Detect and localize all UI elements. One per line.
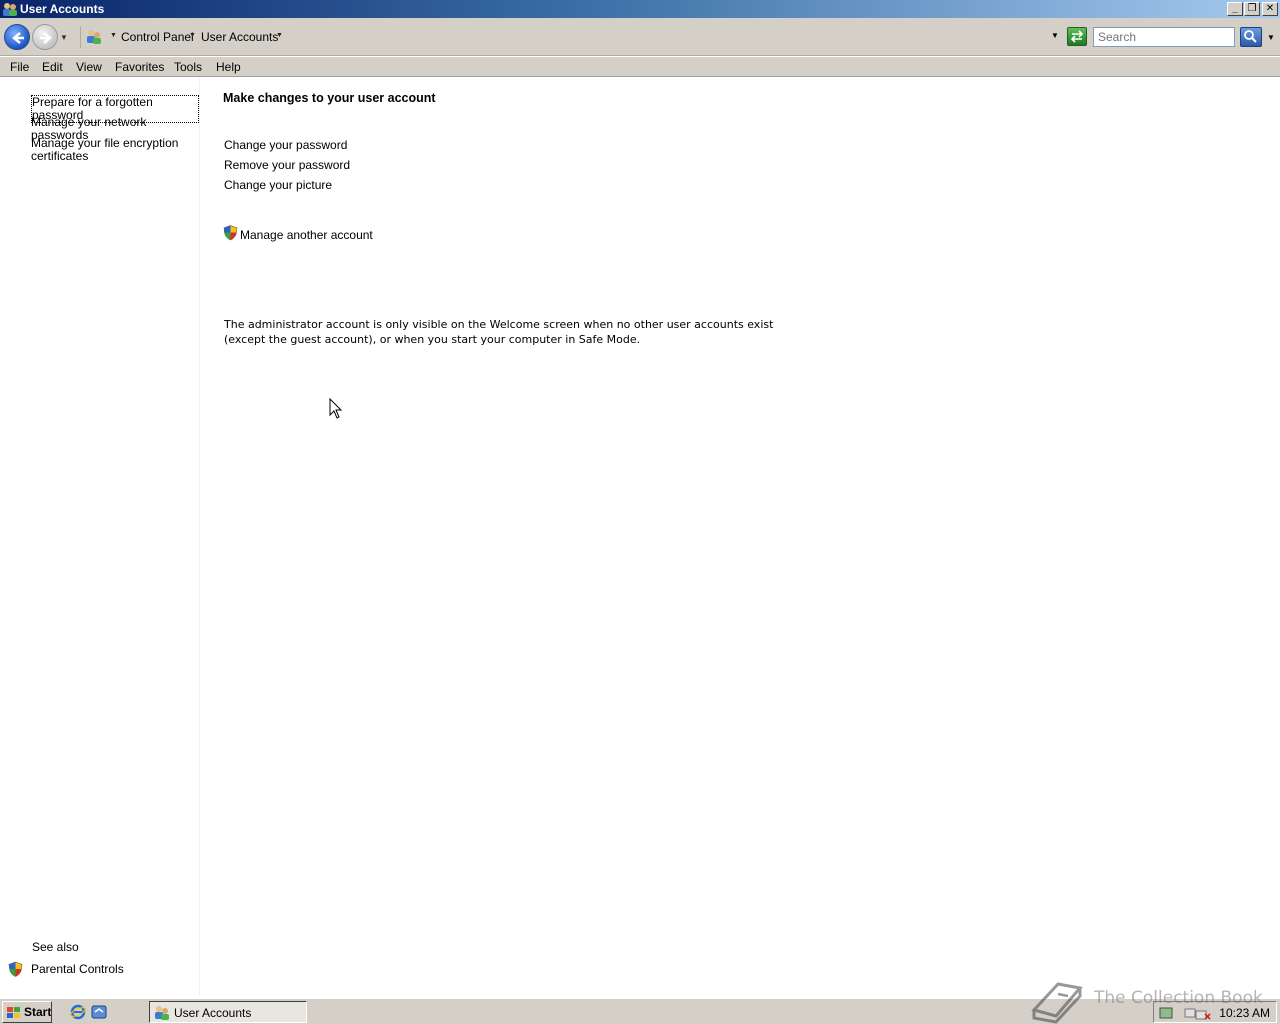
search-options-dropdown-icon[interactable]: ▼ (1267, 33, 1275, 42)
forward-button[interactable] (32, 24, 58, 50)
forward-arrow-icon (40, 32, 52, 44)
book-icon (1031, 982, 1083, 1024)
mouse-cursor-icon (329, 398, 343, 419)
manage-another-account-label: Manage another account (240, 228, 373, 242)
restore-button[interactable]: ❐ (1244, 2, 1260, 16)
watermark-text: The Collection Book (1094, 988, 1263, 1008)
menu-tools[interactable]: Tools (174, 60, 202, 74)
see-also-heading: See also (32, 940, 79, 954)
remove-password-link[interactable]: Remove your password (224, 158, 350, 172)
taskbar-window-label: User Accounts (174, 1006, 252, 1020)
back-arrow-icon (12, 32, 24, 44)
search-button[interactable] (1240, 27, 1262, 47)
minimize-button[interactable]: _ (1227, 2, 1243, 16)
parental-controls-label: Parental Controls (31, 962, 124, 976)
refresh-icon (1070, 30, 1084, 43)
internet-explorer-icon[interactable] (70, 1004, 86, 1020)
address-toolbar: ▼ ▼ Control Panel ▼ User Accounts ▼ ▼ ▼ (0, 18, 1280, 56)
breadcrumb-arrow-icon[interactable]: ▼ (189, 32, 196, 39)
address-dropdown-icon[interactable]: ▼ (1051, 31, 1059, 40)
menu-help[interactable]: Help (216, 60, 241, 74)
watermark: The Collection Book (1028, 974, 1280, 1024)
page-title: Make changes to your user account (223, 91, 436, 105)
breadcrumb-control-panel[interactable]: Control Panel (121, 30, 194, 44)
taskbar-window-user-accounts[interactable]: User Accounts (149, 1001, 307, 1023)
back-button[interactable] (4, 24, 30, 50)
change-picture-link[interactable]: Change your picture (224, 178, 332, 192)
menu-file[interactable]: File (10, 60, 29, 74)
administrator-account-note: The administrator account is only visibl… (224, 318, 774, 346)
show-desktop-icon[interactable] (91, 1004, 107, 1020)
start-button[interactable]: Start (2, 1001, 52, 1023)
control-panel-icon (87, 30, 101, 44)
user-accounts-icon (155, 1006, 169, 1020)
menu-bar: File Edit View Favorites Tools Help (0, 57, 1280, 77)
breadcrumb-arrow-icon[interactable]: ▼ (110, 32, 117, 39)
search-icon (1244, 30, 1257, 43)
close-button[interactable]: ✕ (1262, 2, 1278, 16)
uac-shield-icon (223, 225, 238, 241)
content-area: Prepare for a forgotten password Manage … (0, 78, 1280, 996)
task-pane: Prepare for a forgotten password Manage … (0, 78, 200, 996)
menu-edit[interactable]: Edit (42, 60, 63, 74)
history-dropdown-icon[interactable]: ▼ (60, 33, 68, 42)
user-accounts-icon (3, 3, 17, 16)
refresh-button[interactable] (1067, 27, 1087, 46)
windows-flag-icon (7, 1007, 20, 1018)
breadcrumb-arrow-icon[interactable]: ▼ (276, 32, 283, 39)
task-encryption-certificates-link[interactable]: Manage your file encryption certificates (31, 137, 181, 163)
search-input[interactable] (1093, 27, 1235, 47)
shield-icon (8, 961, 23, 977)
window-title: User Accounts (20, 2, 105, 16)
menu-favorites[interactable]: Favorites (115, 60, 164, 74)
title-bar: User Accounts _ ❐ ✕ (0, 0, 1280, 18)
breadcrumb-user-accounts[interactable]: User Accounts (201, 30, 278, 44)
start-label: Start (24, 1005, 52, 1019)
address-breadcrumb[interactable]: ▼ Control Panel ▼ User Accounts ▼ (80, 26, 1064, 48)
menu-view[interactable]: View (76, 60, 102, 74)
change-password-link[interactable]: Change your password (224, 138, 347, 152)
